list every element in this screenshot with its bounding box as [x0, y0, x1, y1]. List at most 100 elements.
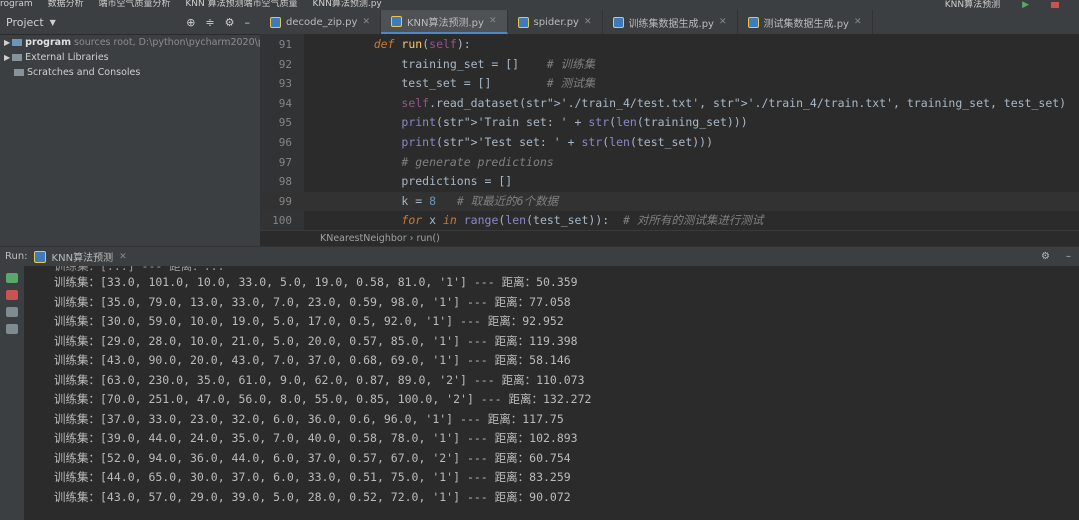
console-line: 训练集：[70.0, 251.0, 47.0, 56.0, 8.0, 55.0,…	[54, 392, 592, 406]
scratches-icon	[14, 69, 24, 76]
run-tab[interactable]: KNN算法预测	[52, 249, 114, 264]
console-line: 训练集：[29.0, 28.0, 10.0, 21.0, 5.0, 20.0, …	[54, 333, 578, 348]
library-icon	[12, 54, 23, 61]
close-icon[interactable]: ✕	[489, 16, 497, 26]
menu-fragment[interactable]: KNN 算法预测端市空气质量	[185, 0, 297, 9]
expand-icon[interactable]: ▶	[4, 38, 10, 47]
python-file-icon	[747, 16, 759, 28]
code-line[interactable]: 94 self.read_dataset(str">'./train_4/tes…	[260, 94, 1079, 113]
line-number: 92	[278, 57, 292, 71]
code-text: self.read_dataset(str">'./train_4/test.t…	[401, 95, 1079, 110]
run-label: Run:	[5, 251, 28, 262]
run-icon[interactable]: ▶	[1022, 1, 1029, 10]
close-icon[interactable]: ✕	[362, 17, 370, 27]
code-line[interactable]: 96 print(str">'Test set: ' + str(len(tes…	[260, 133, 1079, 152]
line-number: 100	[272, 214, 292, 228]
code-text: training_set = [] # 训练集	[346, 56, 596, 71]
close-icon[interactable]: ✕	[584, 17, 592, 27]
console-line: 训练集：[44.0, 65.0, 30.0, 37.0, 6.0, 33.0, …	[54, 470, 571, 484]
code-line[interactable]: 93 test_set = [] # 测试集	[260, 74, 1079, 93]
tree-item-external-libraries[interactable]: ▶ External Libraries	[0, 50, 260, 65]
code-line[interactable]: 91 def run(self):	[260, 35, 1079, 54]
code-text: for x in range(len(test_set)): # 对所有的测试集…	[401, 213, 764, 228]
collapse-icon[interactable]: ≑	[205, 16, 214, 29]
code-text: test_set = [] # 测试集	[346, 76, 596, 91]
tree-item-label: Scratches and Consoles	[27, 67, 141, 78]
run-toolbar: Run: KNN算法预测 ✕ ⚙ –	[0, 246, 1079, 266]
line-number: 93	[278, 77, 292, 91]
code-text: def run(self):	[373, 37, 471, 51]
breadcrumb-method[interactable]: run()	[416, 233, 439, 244]
code-line[interactable]: 98 predictions = []	[260, 172, 1079, 191]
console-line: 训练集：[37.0, 33.0, 23.0, 32.0, 6.0, 36.0, …	[54, 411, 564, 426]
folder-icon	[12, 39, 23, 46]
gear-icon[interactable]: ⚙	[1041, 251, 1050, 262]
locate-icon[interactable]: ⊕	[186, 16, 195, 29]
code-line[interactable]: 95 print(str">'Train set: ' + str(len(tr…	[260, 113, 1079, 132]
expand-icon[interactable]: ▶	[4, 53, 10, 62]
run-config-selector[interactable]: KNN算法预测	[945, 1, 1000, 10]
tab-label: 测试集数据生成.py	[763, 18, 849, 30]
tab-decode-zip[interactable]: decode_zip.py ✕	[260, 10, 381, 34]
menu-fragment[interactable]: rogram	[0, 0, 33, 9]
code-line[interactable]: 99 k = 8 # 取最近的6个数据	[260, 191, 1079, 211]
close-icon[interactable]: ✕	[719, 17, 727, 27]
code-text: predictions = []	[346, 174, 513, 189]
run-side-toolbar	[0, 266, 24, 520]
project-title[interactable]: Project	[6, 16, 44, 29]
code-text: k = 8 # 取最近的6个数据	[346, 193, 559, 208]
console-line: 训练集：[43.0, 90.0, 20.0, 43.0, 7.0, 37.0, …	[54, 353, 571, 367]
console-line: 训练集：[33.0, 101.0, 10.0, 33.0, 5.0, 19.0,…	[54, 275, 578, 289]
hide-icon[interactable]: –	[1066, 251, 1071, 262]
tab-knn[interactable]: KNN算法预测.py ✕	[380, 10, 508, 34]
python-file-icon	[517, 16, 529, 28]
project-tree: ▶ program sources root, D:\python\pycharm…	[0, 35, 283, 80]
console-line: 训练集：[52.0, 94.0, 36.0, 44.0, 6.0, 37.0, …	[54, 450, 571, 465]
rerun-icon[interactable]	[6, 273, 18, 283]
menu-fragment[interactable]: KNN算法预测.py	[312, 0, 381, 9]
python-file-icon	[612, 16, 624, 28]
code-line[interactable]: 92 training_set = [] # 训练集	[260, 55, 1079, 74]
python-file-icon	[270, 16, 281, 28]
chevron-down-icon[interactable]: ▼	[50, 18, 56, 27]
code-editor[interactable]: 91 def run(self): 92 training_set = [] # …	[260, 34, 1079, 230]
tree-item-program[interactable]: ▶ program sources root, D:\python\pycharm…	[0, 35, 283, 50]
line-number: 95	[278, 116, 292, 130]
tab-spider[interactable]: spider.py ✕	[508, 10, 603, 34]
hide-icon[interactable]: –	[245, 16, 251, 29]
pin-icon[interactable]	[6, 324, 18, 334]
console-line-partial: 训练集：[...] --- 距离：...	[54, 266, 225, 273]
breadcrumb-separator: ›	[409, 233, 414, 244]
tree-item-detail: sources root, D:\python\pycharm2020\prog…	[74, 37, 284, 48]
tab-label: 训练集数据生成.py	[628, 18, 714, 30]
python-file-icon	[33, 250, 46, 263]
code-line[interactable]: 97 # generate predictions	[260, 153, 1079, 172]
tree-item-label: program	[25, 37, 71, 48]
project-panel-header: Project ▼ ⊕ ≑ ⚙ –	[0, 10, 260, 35]
console-line: 训练集：[39.0, 44.0, 24.0, 35.0, 7.0, 40.0, …	[54, 431, 578, 445]
code-line[interactable]: 100 for x in range(len(test_set)): # 对所有…	[260, 211, 1079, 230]
close-icon[interactable]: ✕	[119, 252, 127, 262]
tab-label: spider.py	[533, 16, 579, 28]
layout-icon[interactable]	[6, 307, 18, 317]
line-number: 97	[278, 155, 292, 169]
gear-icon[interactable]: ⚙	[225, 16, 235, 29]
menu-fragment[interactable]: 端市空气质量分析	[98, 0, 170, 9]
line-number: 91	[278, 38, 292, 51]
breadcrumb-class[interactable]: KNearestNeighbor	[320, 233, 407, 244]
python-file-icon	[390, 15, 402, 27]
code-text: print(str">'Test set: ' + str(len(test_s…	[401, 135, 714, 149]
line-number: 96	[278, 136, 292, 149]
close-icon[interactable]: ✕	[854, 17, 862, 27]
menu-fragment[interactable]: 数据分析	[48, 0, 84, 9]
stop-icon[interactable]	[1051, 2, 1059, 8]
console-line: 训练集：[30.0, 59.0, 10.0, 19.0, 5.0, 17.0, …	[54, 314, 564, 328]
editor-tabs: decode_zip.py ✕ KNN算法预测.py ✕ spider.py ✕ 训练…	[260, 10, 1079, 34]
console-output[interactable]: 训练集：[...] --- 距离：... 训练集：[33.0, 101.0, 1…	[24, 266, 1079, 520]
tab-test-data[interactable]: 测试集数据生成.py ✕	[738, 10, 873, 34]
tree-item-scratches[interactable]: Scratches and Consoles	[0, 65, 260, 80]
tab-train-data[interactable]: 训练集数据生成.py ✕	[603, 10, 738, 34]
tree-item-label: External Libraries	[25, 52, 109, 63]
stop-icon[interactable]	[6, 290, 18, 300]
console-line: 训练集：[43.0, 57.0, 29.0, 39.0, 5.0, 28.0, …	[54, 489, 571, 504]
